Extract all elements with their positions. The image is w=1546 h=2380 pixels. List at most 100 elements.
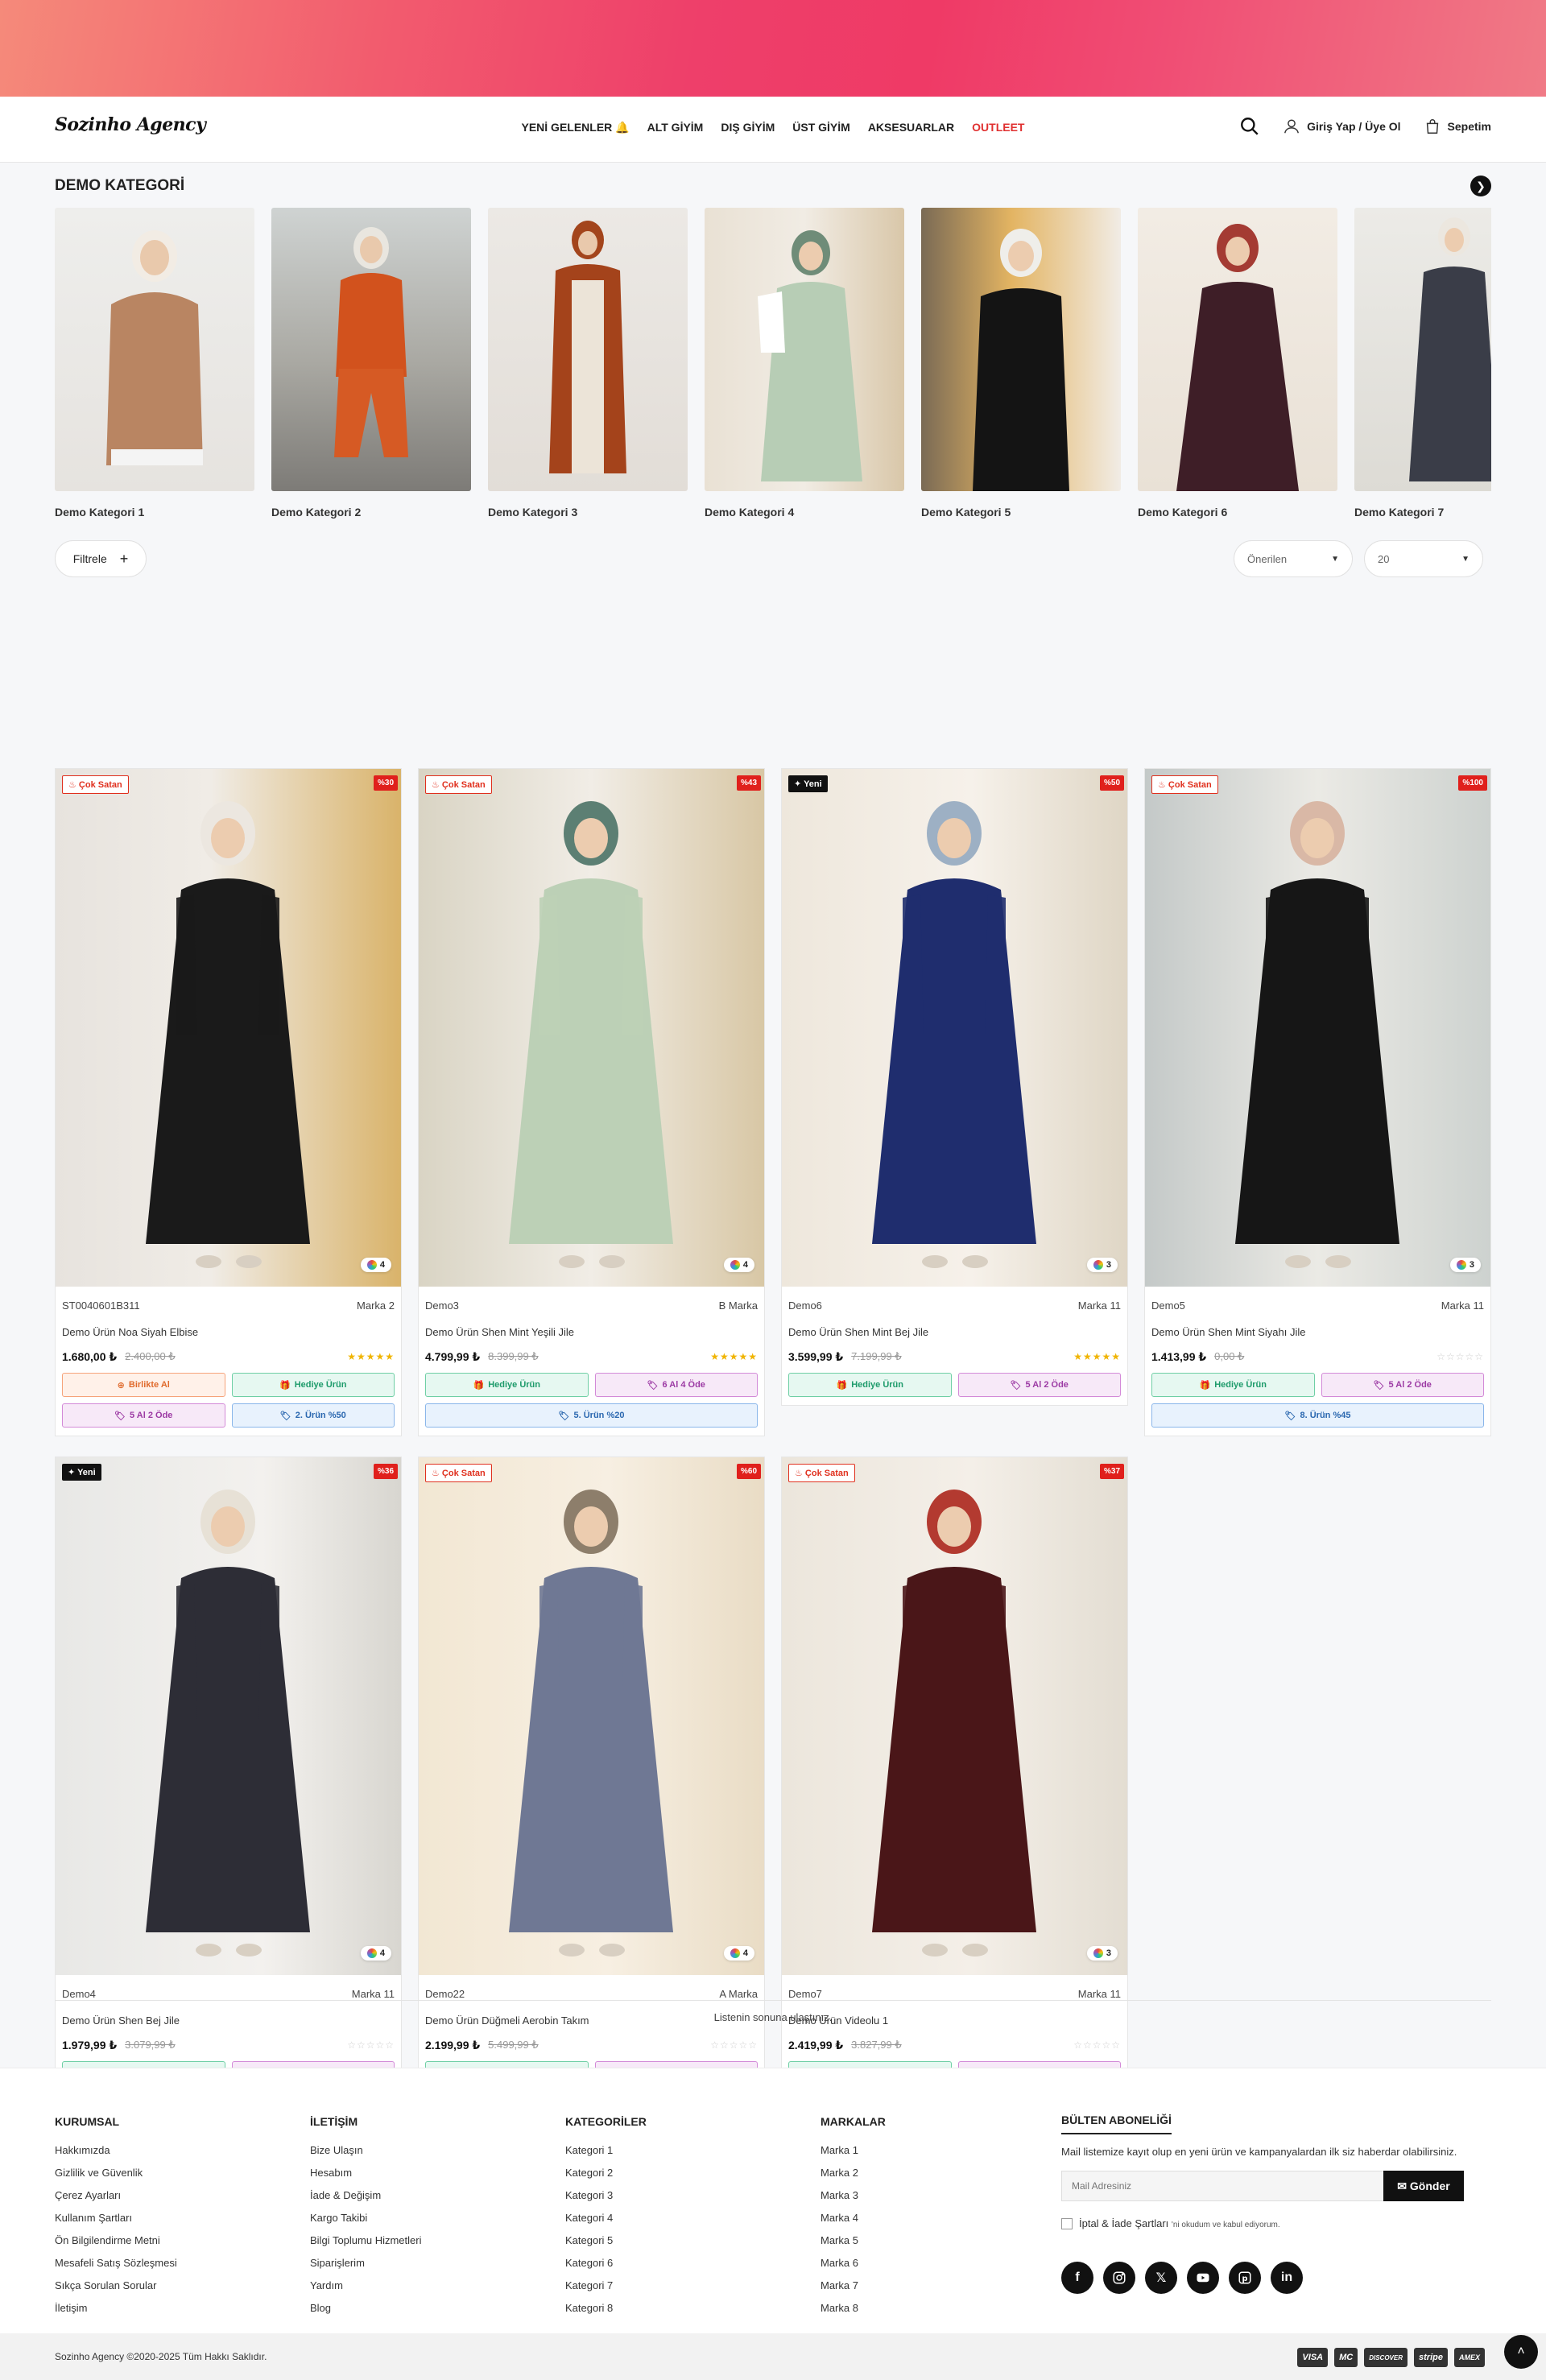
nav-item-accessories[interactable]: AKSESUARLAR <box>868 121 954 134</box>
footer-link[interactable]: Çerez Ayarları <box>55 2184 177 2207</box>
campaign-button[interactable]: 🏷 5. Ürün %20 <box>425 1403 758 1428</box>
campaign-button[interactable]: 🏷 2. Ürün %50 <box>231 1403 395 1428</box>
nav-item-tops[interactable]: ÜST GİYİM <box>792 121 850 134</box>
product-image[interactable]: ♨ Çok Satan %30 4 <box>56 769 401 1287</box>
instagram-icon[interactable] <box>1103 2262 1135 2294</box>
cart-link[interactable]: Sepetim <box>1424 118 1491 135</box>
footer-link[interactable]: Marka 2 <box>821 2162 886 2184</box>
newsletter-email-input[interactable] <box>1061 2171 1383 2201</box>
footer-link[interactable]: Hakkımızda <box>55 2139 177 2162</box>
campaign-button[interactable]: 🏷 6 Al 4 Öde <box>594 1373 758 1397</box>
search-button[interactable] <box>1239 116 1260 137</box>
login-link[interactable]: Giriş Yap / Üye Ol <box>1283 118 1401 135</box>
footer-link[interactable]: Marka 7 <box>821 2275 886 2297</box>
category-card[interactable]: Demo Kategori 7 <box>1354 208 1491 519</box>
product-title[interactable]: Demo Ürün Shen Mint Yeşili Jile <box>419 1312 764 1344</box>
footer-link[interactable]: Kategori 7 <box>565 2275 647 2297</box>
pinterest-icon[interactable]: p <box>1229 2262 1261 2294</box>
product-title[interactable]: Demo Ürün Shen Mint Siyahı Jile <box>1145 1312 1490 1344</box>
campaign-button[interactable]: 🏷 5 Al 2 Öde <box>957 1373 1121 1397</box>
product-image[interactable]: ✦ Yeni %36 4 <box>56 1457 401 1975</box>
sort-select[interactable]: Önerilen ▼ <box>1234 540 1353 577</box>
category-card[interactable]: Demo Kategori 6 <box>1138 208 1337 519</box>
footer-link[interactable]: Sıkça Sorulan Sorular <box>55 2275 177 2297</box>
category-card[interactable]: Demo Kategori 1 <box>55 208 254 519</box>
scroll-to-top-button[interactable]: ˄ <box>1504 2335 1538 2369</box>
nav-item-outlet[interactable]: OUTLEET <box>972 121 1024 134</box>
color-options[interactable]: 4 <box>360 1946 391 1961</box>
product-title[interactable]: Demo Ürün Noa Siyah Elbise <box>56 1312 401 1344</box>
product-image[interactable]: ♨ Çok Satan %100 3 <box>1145 769 1490 1287</box>
youtube-icon[interactable] <box>1187 2262 1219 2294</box>
category-card[interactable]: Demo Kategori 2 <box>271 208 471 519</box>
footer-link[interactable]: Kategori 3 <box>565 2184 647 2207</box>
footer-link[interactable]: İade & Değişim <box>310 2184 421 2207</box>
product-card[interactable]: ✦ Yeni %36 4 Demo4 Marka 11 Demo Ürün Shen Be… <box>55 1457 402 2125</box>
consent-checkbox[interactable] <box>1061 2217 1073 2229</box>
product-title[interactable]: Demo Ürün Shen Mint Bej Jile <box>782 1312 1127 1344</box>
x-icon[interactable]: 𝕏 <box>1145 2262 1177 2294</box>
nav-item-new[interactable]: YENİ GELENLER 🔔 <box>521 121 629 134</box>
top-banner[interactable] <box>0 0 1546 97</box>
product-image[interactable]: ♨ Çok Satan %37 3 <box>782 1457 1127 1975</box>
campaign-button[interactable]: 🏷 8. Ürün %45 <box>1151 1403 1484 1428</box>
color-options[interactable]: 4 <box>723 1258 754 1272</box>
campaign-button[interactable]: 🏷 5 Al 2 Öde <box>1321 1373 1484 1397</box>
footer-link[interactable]: Marka 3 <box>821 2184 886 2207</box>
product-card[interactable]: ♨ Çok Satan %100 3 Demo5 Marka 11 Demo Ürün S… <box>1144 768 1491 1436</box>
category-card[interactable]: Demo Kategori 4 <box>705 208 904 519</box>
product-image[interactable]: ♨ Çok Satan %60 4 <box>419 1457 764 1975</box>
color-options[interactable]: 3 <box>1086 1946 1118 1961</box>
footer-link[interactable]: Kategori 2 <box>565 2162 647 2184</box>
footer-link[interactable]: Gizlilik ve Güvenlik <box>55 2162 177 2184</box>
product-card[interactable]: ♨ Çok Satan %43 4 Demo3 B Marka Demo Ürün She… <box>418 768 765 1436</box>
product-image[interactable]: ✦ Yeni %50 3 <box>782 769 1127 1287</box>
campaign-button[interactable]: 🏷 5 Al 2 Öde <box>62 1403 225 1428</box>
footer-link[interactable]: Kargo Takibi <box>310 2207 421 2229</box>
footer-link[interactable]: Kullanım Şartları <box>55 2207 177 2229</box>
footer-link[interactable]: Marka 4 <box>821 2207 886 2229</box>
footer-link[interactable]: Yardım <box>310 2275 421 2297</box>
footer-link[interactable]: Marka 1 <box>821 2139 886 2162</box>
filter-button[interactable]: Filtrele + <box>55 540 147 577</box>
nav-item-bottoms[interactable]: ALT GİYİM <box>647 121 704 134</box>
footer-link[interactable]: Marka 6 <box>821 2252 886 2275</box>
footer-link[interactable]: Mesafeli Satış Sözleşmesi <box>55 2252 177 2275</box>
campaign-button[interactable]: ⊕ Birlikte Al <box>62 1373 225 1397</box>
category-card[interactable]: Demo Kategori 5 <box>921 208 1121 519</box>
footer-link[interactable]: Siparişlerim <box>310 2252 421 2275</box>
footer-link[interactable]: Marka 5 <box>821 2229 886 2252</box>
color-options[interactable]: 3 <box>1449 1258 1481 1272</box>
footer-link[interactable]: Ön Bilgilendirme Metni <box>55 2229 177 2252</box>
footer-link[interactable]: Kategori 5 <box>565 2229 647 2252</box>
newsletter-submit-button[interactable]: ✉ Gönder <box>1383 2171 1464 2201</box>
footer-link[interactable]: İletişim <box>55 2297 177 2320</box>
campaign-button[interactable]: 🎁Hediye Ürün <box>788 1373 952 1397</box>
product-card[interactable]: ♨ Çok Satan %60 4 Demo22 A Marka Demo Ürün Dü… <box>418 1457 765 2125</box>
facebook-icon[interactable]: f <box>1061 2262 1093 2294</box>
campaign-button[interactable]: 🎁Hediye Ürün <box>1151 1373 1315 1397</box>
linkedin-icon[interactable]: in <box>1271 2262 1303 2294</box>
product-card[interactable]: ♨ Çok Satan %37 3 Demo7 Marka 11 Demo Ürün Vi… <box>781 1457 1128 2125</box>
page-size-select[interactable]: 20 ▼ <box>1364 540 1483 577</box>
color-options[interactable]: 3 <box>1086 1258 1118 1272</box>
campaign-button[interactable]: 🎁Hediye Ürün <box>231 1373 395 1397</box>
product-card[interactable]: ✦ Yeni %50 3 Demo6 Marka 11 Demo Ürün Shen Mi… <box>781 768 1128 1406</box>
campaign-button[interactable]: 🎁Hediye Ürün <box>425 1373 589 1397</box>
color-options[interactable]: 4 <box>723 1946 754 1961</box>
footer-link[interactable]: Kategori 4 <box>565 2207 647 2229</box>
product-card[interactable]: ♨ Çok Satan %30 4 ST0040601B311 Marka 2 Demo … <box>55 768 402 1436</box>
carousel-next-button[interactable]: ❯ <box>1470 176 1491 196</box>
footer-link[interactable]: Kategori 8 <box>565 2297 647 2320</box>
color-options[interactable]: 4 <box>360 1258 391 1272</box>
footer-link[interactable]: Marka 8 <box>821 2297 886 2320</box>
footer-link[interactable]: Hesabım <box>310 2162 421 2184</box>
footer-link[interactable]: Bize Ulaşın <box>310 2139 421 2162</box>
nav-item-outerwear[interactable]: DIŞ GİYİM <box>721 121 775 134</box>
category-card[interactable]: Demo Kategori 3 <box>488 208 688 519</box>
footer-link[interactable]: Bilgi Toplumu Hizmetleri <box>310 2229 421 2252</box>
footer-link[interactable]: Blog <box>310 2297 421 2320</box>
footer-link[interactable]: Kategori 6 <box>565 2252 647 2275</box>
product-image[interactable]: ♨ Çok Satan %43 4 <box>419 769 764 1287</box>
consent-link[interactable]: İptal & İade Şartları <box>1079 2217 1168 2229</box>
